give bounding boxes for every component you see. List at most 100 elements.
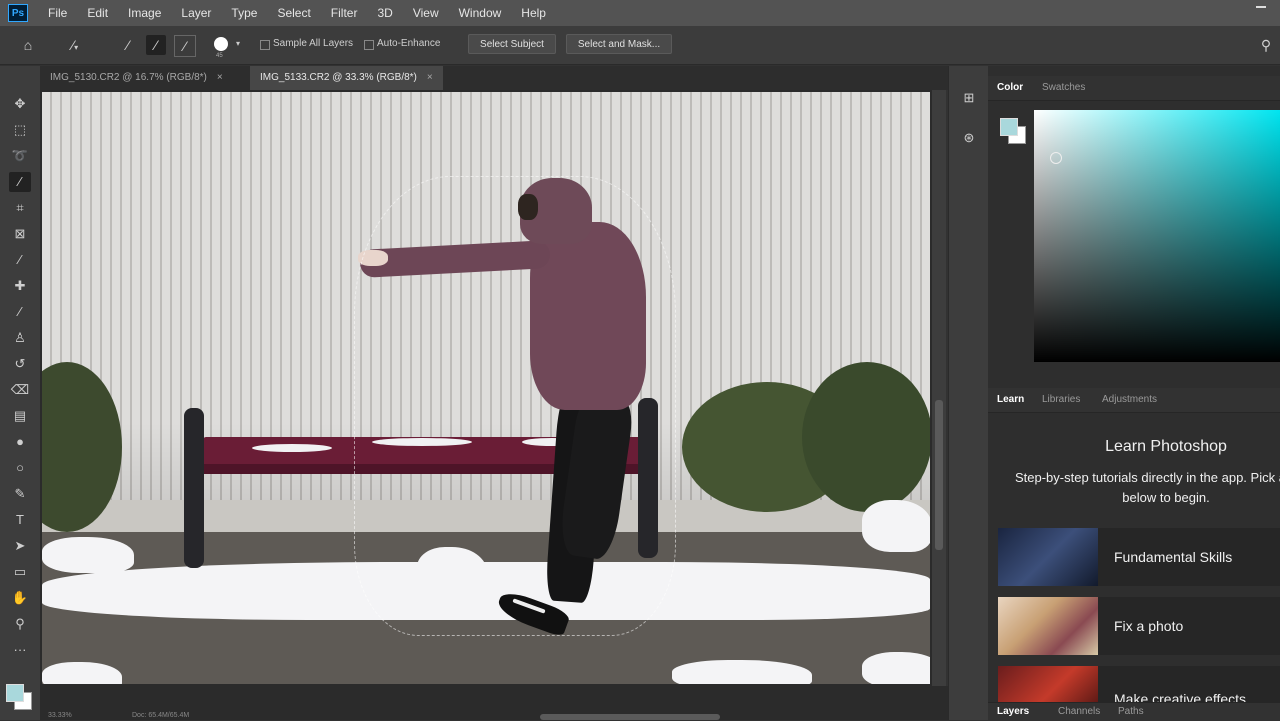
quick-selection-tool-icon[interactable]: ⁄	[9, 172, 31, 192]
tab-adjustments[interactable]: Adjustments	[1102, 388, 1157, 412]
horizontal-scroll-thumb[interactable]	[540, 714, 720, 720]
color-panel-tabs: Color Swatches	[988, 76, 1280, 101]
options-bar: ⌂ ⁄▾ ⁄ ⁄ ⁄ 45 ▾ Sample All Layers Auto-E…	[0, 26, 1280, 65]
zoom-level[interactable]: 33.33%	[48, 712, 72, 719]
dodge-tool-icon[interactable]: ○	[9, 458, 31, 478]
close-icon[interactable]: ×	[217, 72, 223, 83]
sample-all-layers-checkbox[interactable]	[260, 40, 270, 50]
marquee-tool-icon[interactable]: ⬚	[9, 120, 31, 140]
zoom-tool-icon[interactable]: ⚲	[9, 614, 31, 634]
snow-pile-right	[862, 500, 930, 552]
card-thumbnail	[998, 666, 1098, 702]
path-selection-tool-icon[interactable]: ➤	[9, 536, 31, 556]
select-and-mask-button[interactable]: Select and Mask...	[566, 34, 672, 54]
new-selection-icon[interactable]: ⁄	[118, 35, 138, 55]
properties-panel-icon[interactable]: ⊛	[959, 128, 979, 148]
sample-all-layers-label: Sample All Layers	[273, 38, 354, 49]
canvas-area[interactable]	[40, 90, 932, 686]
history-panel-icon[interactable]: ⊞	[959, 88, 979, 108]
brush-tool-icon[interactable]: ⁄	[9, 302, 31, 322]
auto-enhance-checkbox[interactable]	[364, 40, 374, 50]
frame-tool-icon[interactable]: ⊠	[9, 224, 31, 244]
card-thumbnail	[998, 528, 1098, 586]
move-tool-icon[interactable]: ✥	[9, 94, 31, 114]
menu-edit[interactable]: Edit	[77, 0, 118, 26]
menu-bar: Ps File Edit Image Layer Type Select Fil…	[0, 0, 1280, 26]
layers-panel-tabs: Layers Channels Paths	[988, 702, 1280, 721]
tab-channels[interactable]: Channels	[1058, 703, 1100, 721]
crop-tool-icon[interactable]: ⌗	[9, 198, 31, 218]
document-image[interactable]	[42, 92, 930, 684]
menu-select[interactable]: Select	[267, 0, 320, 26]
lasso-tool-icon[interactable]: ➰	[9, 146, 31, 166]
brush-preview-icon[interactable]	[214, 37, 228, 51]
card-label: Fundamental Skills	[1114, 549, 1233, 565]
home-icon[interactable]: ⌂	[18, 35, 38, 55]
foreground-color-swatch[interactable]	[6, 684, 24, 702]
tab-swatches[interactable]: Swatches	[1042, 76, 1085, 100]
tab-img-5130[interactable]: IMG_5130.CR2 @ 16.7% (RGB/8*) ×	[50, 66, 223, 90]
snow-corner-left	[42, 662, 122, 684]
minimize-button[interactable]	[1256, 6, 1266, 8]
menu-layer[interactable]: Layer	[171, 0, 221, 26]
menu-view[interactable]: View	[403, 0, 449, 26]
type-tool-icon[interactable]: T	[9, 510, 31, 530]
healing-brush-tool-icon[interactable]: ✚	[9, 276, 31, 296]
vertical-scrollbar[interactable]	[932, 90, 946, 686]
add-to-selection-icon[interactable]: ⁄	[146, 35, 166, 55]
edit-toolbar-icon[interactable]: ···	[9, 640, 31, 660]
subtract-from-selection-icon[interactable]: ⁄	[174, 35, 196, 57]
menu-help[interactable]: Help	[511, 0, 556, 26]
right-bush-2	[802, 362, 930, 512]
tab-learn[interactable]: Learn	[997, 388, 1024, 412]
card-label: Make creative effects	[1114, 691, 1247, 702]
tab-paths[interactable]: Paths	[1118, 703, 1144, 721]
learn-title: Learn Photoshop	[1105, 438, 1227, 455]
close-icon[interactable]: ×	[427, 72, 433, 83]
card-make-creative-effects[interactable]: Make creative effects	[998, 666, 1280, 702]
card-thumbnail	[998, 597, 1098, 655]
card-fix-a-photo[interactable]: Fix a photo	[998, 597, 1280, 655]
learn-panel-tabs: Learn Libraries Adjustments	[988, 388, 1280, 413]
card-fundamental-skills[interactable]: Fundamental Skills	[998, 528, 1280, 586]
menu-file[interactable]: File	[38, 0, 77, 26]
menu-filter[interactable]: Filter	[321, 0, 368, 26]
tool-preset-picker[interactable]: ⁄▾	[58, 35, 92, 55]
tab-color[interactable]: Color	[997, 76, 1023, 100]
history-brush-tool-icon[interactable]: ↺	[9, 354, 31, 374]
bench-leg-left	[184, 408, 204, 568]
photoshop-logo-icon: Ps	[8, 4, 28, 22]
menu-3d[interactable]: 3D	[367, 0, 402, 26]
pen-tool-icon[interactable]: ✎	[9, 484, 31, 504]
tab-libraries[interactable]: Libraries	[1042, 388, 1080, 412]
tab-label: IMG_5130.CR2 @ 16.7% (RGB/8*)	[50, 72, 207, 83]
tab-label: IMG_5133.CR2 @ 33.3% (RGB/8*)	[260, 72, 417, 83]
clone-stamp-tool-icon[interactable]: ♙	[9, 328, 31, 348]
tab-img-5133[interactable]: IMG_5133.CR2 @ 33.3% (RGB/8*) ×	[250, 66, 443, 90]
menu-window[interactable]: Window	[449, 0, 512, 26]
menu-image[interactable]: Image	[118, 0, 171, 26]
document-size: Doc: 65.4M/65.4M	[132, 712, 190, 719]
snow-corner-right	[862, 652, 930, 684]
panel-foreground-swatch[interactable]	[1000, 118, 1018, 136]
select-subject-button[interactable]: Select Subject	[468, 34, 556, 54]
eyedropper-tool-icon[interactable]: ⁄	[9, 250, 31, 270]
selection-marquee	[354, 176, 676, 636]
search-icon[interactable]: ⚲	[1256, 35, 1276, 55]
color-picker-handle[interactable]	[1050, 152, 1062, 164]
rectangle-tool-icon[interactable]: ▭	[9, 562, 31, 582]
vertical-scroll-thumb[interactable]	[935, 400, 943, 550]
brush-size-value: 45	[216, 53, 223, 59]
tab-layers[interactable]: Layers	[997, 703, 1029, 721]
gradient-tool-icon[interactable]: ▤	[9, 406, 31, 426]
bench-snow	[252, 444, 332, 452]
snow-pile	[42, 537, 134, 573]
tools-panel: ✥ ⬚ ➰ ⁄ ⌗ ⊠ ⁄ ✚ ⁄ ♙ ↺ ⌫ ▤ ● ○ ✎ T ➤ ▭ ✋ …	[0, 66, 40, 720]
document-tabs: IMG_5130.CR2 @ 16.7% (RGB/8*) × IMG_5133.…	[40, 66, 948, 90]
brush-dropdown-chevron-icon[interactable]: ▾	[236, 39, 240, 48]
blur-tool-icon[interactable]: ●	[9, 432, 31, 452]
eraser-tool-icon[interactable]: ⌫	[9, 380, 31, 400]
hand-tool-icon[interactable]: ✋	[9, 588, 31, 608]
color-field[interactable]	[1034, 110, 1280, 362]
menu-type[interactable]: Type	[221, 0, 267, 26]
